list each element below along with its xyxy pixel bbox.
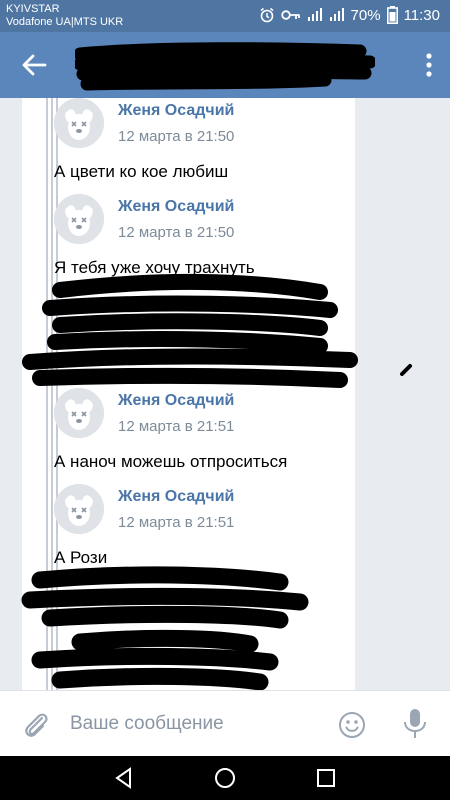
dog-avatar-icon: [54, 194, 104, 244]
dog-avatar-icon: [54, 484, 104, 534]
message-time: 12 марта в 21:50: [118, 128, 235, 145]
signal-icon: [307, 8, 322, 21]
message-list[interactable]: Женя Осадчий 12 марта в 21:50 А цвети ко…: [0, 98, 450, 690]
carrier-2: Vodafone UA|MTS UKR: [6, 16, 124, 28]
avatar[interactable]: [54, 388, 104, 438]
message-time: 12 марта в 21:50: [118, 224, 235, 241]
emoji-icon[interactable]: [338, 711, 366, 739]
message-time: 12 марта в 21:51: [118, 418, 235, 435]
message-text: А цвети ко кое любиш: [54, 162, 229, 181]
avatar[interactable]: [54, 194, 104, 244]
message-text: А наноч можешь отпроситься: [54, 452, 288, 471]
status-bar: KYIVSTAR Vodafone UA|MTS UKR 70% 11:30: [0, 0, 450, 32]
sender-name[interactable]: Женя Осадчий: [118, 392, 234, 410]
sender-name[interactable]: Женя Осадчий: [118, 198, 234, 216]
dog-avatar-icon: [54, 98, 104, 148]
alarm-icon: [260, 7, 273, 23]
system-nav-bar: [0, 756, 450, 800]
app-bar: [0, 32, 450, 98]
sender-name[interactable]: Женя Осадчий: [118, 102, 234, 120]
nav-back-icon[interactable]: [110, 764, 138, 792]
more-vert-icon[interactable]: [424, 52, 434, 78]
microphone-icon[interactable]: [402, 708, 428, 740]
message-time: 12 марта в 21:51: [118, 514, 235, 531]
message-text: А Рози: [54, 548, 108, 567]
redacted-chat-title[interactable]: [75, 42, 375, 92]
dog-avatar-icon: [54, 388, 104, 438]
back-arrow-icon[interactable]: [20, 51, 48, 79]
sender-name[interactable]: Женя Осадчий: [118, 488, 234, 506]
battery-icon: [386, 6, 398, 24]
battery-percent: 70%: [350, 6, 381, 24]
nav-recents-icon[interactable]: [312, 764, 340, 792]
key-icon: [280, 10, 300, 20]
carrier-1: KYIVSTAR: [6, 3, 60, 15]
redaction-scribble: [21, 566, 309, 690]
clock: 11:30: [403, 6, 440, 24]
attach-icon[interactable]: [20, 709, 52, 741]
status-icons: 70% 11:30: [259, 6, 440, 24]
avatar[interactable]: [54, 98, 104, 148]
avatar[interactable]: [54, 484, 104, 534]
carrier-info: KYIVSTAR Vodafone UA|MTS UKR: [6, 3, 123, 29]
message-input-bar: Ваше сообщение: [0, 690, 450, 757]
nav-home-icon[interactable]: [211, 764, 239, 792]
message-input[interactable]: Ваше сообщение: [70, 713, 224, 735]
signal-icon-2: [329, 8, 344, 21]
redaction-scribble: [22, 273, 412, 388]
